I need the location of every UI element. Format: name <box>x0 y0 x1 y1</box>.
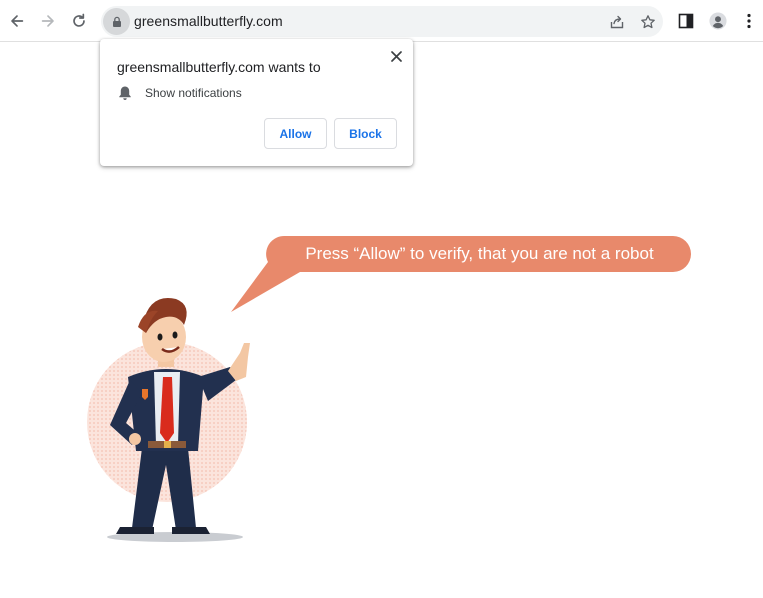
bell-icon <box>119 86 131 100</box>
address-bar[interactable]: greensmallbutterfly.com <box>101 6 663 37</box>
url-text[interactable]: greensmallbutterfly.com <box>134 6 283 37</box>
permission-title: greensmallbutterfly.com wants to <box>117 59 321 75</box>
speech-bubble-text: Press “Allow” to verify, that you are no… <box>305 244 654 263</box>
arrow-left-icon <box>11 15 24 27</box>
side-panel-button[interactable] <box>672 7 700 35</box>
side-panel-icon <box>678 13 694 29</box>
notification-permission-dialog: greensmallbutterfly.com wants to Show no… <box>100 39 413 166</box>
allow-button[interactable]: Allow <box>264 118 327 149</box>
close-icon <box>390 50 402 62</box>
profile-icon <box>709 12 727 30</box>
businessman-illustration <box>87 298 250 542</box>
profile-button[interactable] <box>704 7 732 35</box>
browser-toolbar: greensmallbutterfly.com <box>0 0 763 42</box>
star-icon <box>641 15 655 29</box>
reload-button[interactable] <box>65 7 93 35</box>
share-button[interactable] <box>607 12 627 32</box>
forward-button[interactable] <box>34 7 62 35</box>
reload-icon <box>73 13 85 27</box>
back-button[interactable] <box>3 7 31 35</box>
block-button[interactable]: Block <box>334 118 397 149</box>
share-icon <box>610 15 624 29</box>
arrow-right-icon <box>41 15 54 27</box>
site-info-button[interactable] <box>103 8 130 35</box>
lock-icon <box>112 16 121 27</box>
bookmark-button[interactable] <box>638 12 658 32</box>
permission-item-label: Show notifications <box>145 86 242 100</box>
close-button[interactable] <box>386 46 406 66</box>
kebab-menu-icon <box>747 13 751 29</box>
menu-button[interactable] <box>735 7 763 35</box>
